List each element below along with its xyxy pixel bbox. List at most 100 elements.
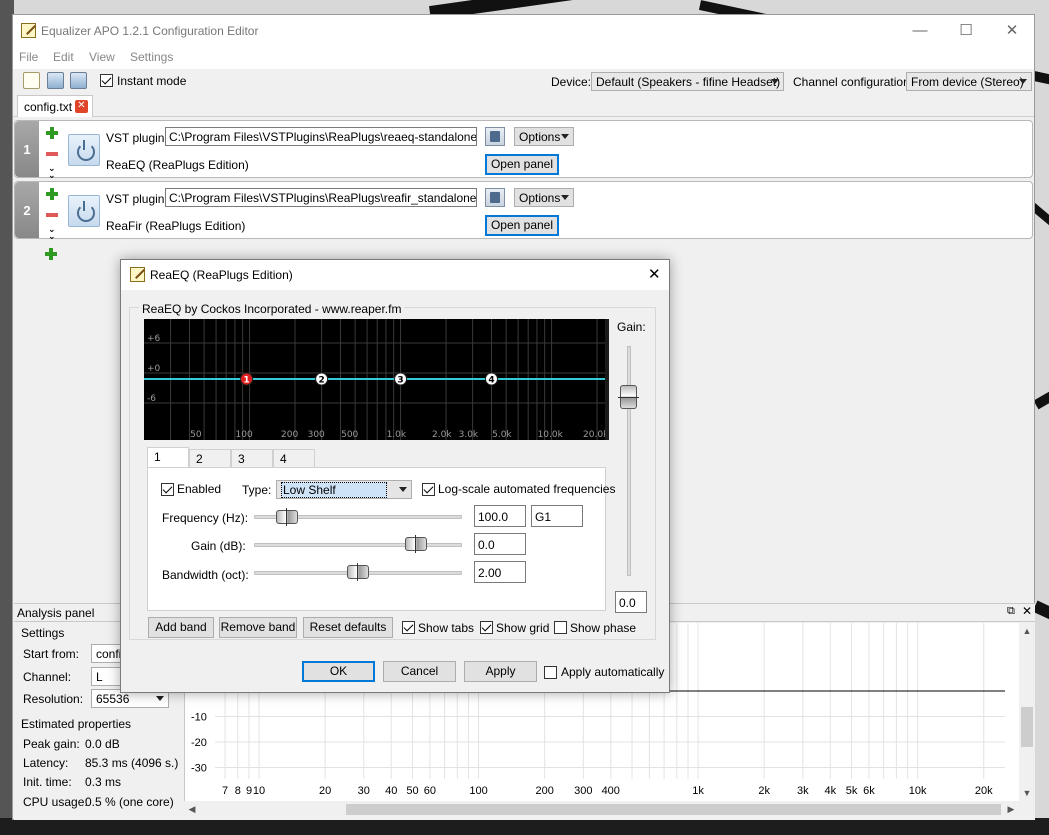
- filter-type-value: Low Shelf: [281, 482, 387, 498]
- cpu-usage-value: 0.5 % (one core): [85, 795, 174, 809]
- x-tick-label: 5k: [846, 785, 858, 797]
- ok-button[interactable]: OK: [302, 661, 375, 682]
- maximize-button[interactable]: ☐: [943, 15, 989, 47]
- undock-icon[interactable]: ⧉: [1007, 605, 1015, 618]
- power-icon[interactable]: [68, 195, 100, 227]
- open-panel-button[interactable]: Open panel: [485, 154, 559, 175]
- x-tick-label: 200: [535, 785, 553, 797]
- chevron-down-icon: [561, 195, 569, 200]
- filter-type-select[interactable]: Low Shelf: [276, 480, 412, 499]
- gain-slider-thumb[interactable]: [618, 385, 639, 409]
- options-dropdown[interactable]: Options: [514, 127, 574, 146]
- browse-file-icon[interactable]: [485, 127, 505, 146]
- file-tab-config[interactable]: config.txt ✕: [17, 95, 93, 117]
- graph-x-label: 2.0k: [432, 430, 452, 440]
- vst-plugin-label: VST plugin:: [106, 131, 168, 145]
- close-icon[interactable]: ✕: [1022, 604, 1032, 618]
- menu-edit[interactable]: Edit: [53, 50, 74, 64]
- options-label: Options: [519, 191, 561, 205]
- vertical-scrollbar[interactable]: ▲ ▼: [1019, 623, 1035, 801]
- peak-gain-label: Peak gain:: [23, 737, 80, 751]
- device-label: Device:: [551, 75, 592, 89]
- tab-band-1[interactable]: 1: [147, 447, 189, 468]
- horizontal-scroll-thumb[interactable]: [346, 804, 1001, 815]
- filter-row-2: 2 ⌄ ⌄ VST plugin: C:\Program Files\VSTPlu…: [14, 181, 1033, 241]
- graph-scroll-edge: [605, 319, 609, 440]
- device-select[interactable]: Default (Speakers - fifine Headset): [591, 72, 784, 91]
- vst-plugin-label: VST plugin:: [106, 192, 168, 206]
- chevron-down-icon: [1019, 79, 1027, 84]
- add-filter-icon[interactable]: [46, 188, 58, 200]
- vst-path-input[interactable]: C:\Program Files\VSTPlugins\ReaPlugs\rea…: [165, 127, 477, 146]
- remove-filter-icon[interactable]: [46, 152, 58, 156]
- gain-slider-track[interactable]: [627, 346, 631, 576]
- apply-button[interactable]: Apply: [464, 661, 537, 682]
- save-file-icon[interactable]: [70, 72, 87, 89]
- tab-band-2[interactable]: 2: [189, 449, 231, 468]
- open-file-icon[interactable]: [47, 72, 64, 89]
- menu-settings[interactable]: Settings: [130, 50, 173, 64]
- expand-chevron-icon[interactable]: ⌄ ⌄: [48, 225, 56, 241]
- expand-chevron-icon[interactable]: ⌄ ⌄: [48, 164, 56, 180]
- scroll-right-icon[interactable]: ▶: [1003, 801, 1019, 817]
- add-filter-icon[interactable]: [46, 127, 58, 139]
- graph-x-label: 300: [308, 430, 325, 440]
- bandwidth-input[interactable]: 2.00: [474, 561, 526, 583]
- power-icon[interactable]: [68, 134, 100, 166]
- log-scale-checkbox[interactable]: [422, 483, 435, 496]
- channel-config-select[interactable]: From device (Stereo): [906, 72, 1032, 91]
- band-settings-page: Enabled Type: Low Shelf Log-scale automa…: [147, 467, 615, 611]
- menu-file[interactable]: File: [19, 50, 38, 64]
- horizontal-scrollbar[interactable]: ◀ ▶: [184, 801, 1019, 818]
- options-dropdown[interactable]: Options: [514, 188, 574, 207]
- close-button[interactable]: ✕: [989, 15, 1035, 47]
- instant-mode-checkbox[interactable]: [100, 74, 113, 87]
- scroll-up-icon[interactable]: ▲: [1019, 623, 1035, 639]
- x-tick-label: 40: [385, 785, 397, 797]
- note-input[interactable]: G1: [531, 505, 583, 527]
- menu-view[interactable]: View: [89, 50, 115, 64]
- cancel-button[interactable]: Cancel: [383, 661, 456, 682]
- show-phase-checkbox[interactable]: [554, 621, 567, 634]
- remove-band-button[interactable]: Remove band: [219, 617, 297, 638]
- gain-db-slider-track[interactable]: [254, 543, 462, 547]
- gain-db-slider-thumb[interactable]: [405, 535, 427, 553]
- apply-automatically-checkbox[interactable]: [544, 666, 557, 679]
- reset-defaults-button[interactable]: Reset defaults: [303, 617, 393, 638]
- bandwidth-slider-thumb[interactable]: [347, 563, 369, 581]
- eq-graph[interactable]: +6 +0 -6 50 100 200 300 500 1.0k 2.0k 3.0k 5.0k 10.0…: [144, 319, 609, 440]
- x-tick-label: 20k: [975, 785, 993, 797]
- graph-x-label: 5.0k: [492, 430, 512, 440]
- band-point-label: 4: [488, 376, 494, 386]
- show-grid-checkbox[interactable]: [480, 621, 493, 634]
- latency-value: 85.3 ms (4096 s.): [85, 756, 179, 770]
- taskbar-strip: [0, 818, 1049, 835]
- add-filter-icon[interactable]: [45, 248, 57, 260]
- y-tick-label: -30: [191, 763, 207, 775]
- browse-file-icon[interactable]: [485, 188, 505, 207]
- tab-band-3[interactable]: 3: [231, 449, 273, 468]
- chevron-down-icon: [399, 487, 407, 492]
- remove-filter-icon[interactable]: [46, 213, 58, 217]
- frequency-input[interactable]: 100.0: [474, 505, 526, 527]
- open-panel-button[interactable]: Open panel: [485, 215, 559, 236]
- tab-band-4[interactable]: 4: [273, 449, 315, 468]
- resolution-value: 65536: [96, 692, 130, 706]
- vertical-scroll-thumb[interactable]: [1021, 707, 1033, 747]
- eq-curve-plot[interactable]: +6 +0 -6 50 100 200 300 500 1.0k 2.0k 3.0k 5.0k 10.0…: [144, 319, 609, 440]
- vst-path-input[interactable]: C:\Program Files\VSTPlugins\ReaPlugs\rea…: [165, 188, 477, 207]
- show-tabs-checkbox[interactable]: [402, 621, 415, 634]
- close-icon[interactable]: ✕: [75, 100, 88, 113]
- frequency-slider-thumb[interactable]: [276, 508, 298, 526]
- scroll-down-icon[interactable]: ▼: [1019, 785, 1035, 801]
- dialog-close-icon[interactable]: ✕: [648, 265, 661, 283]
- x-tick-label: 1k: [692, 785, 704, 797]
- minimize-button[interactable]: —: [897, 15, 943, 47]
- gain-db-input[interactable]: 0.0: [474, 533, 526, 555]
- new-file-icon[interactable]: [23, 72, 40, 89]
- gain-label: Gain:: [617, 320, 646, 334]
- add-band-button[interactable]: Add band: [148, 617, 214, 638]
- scroll-left-icon[interactable]: ◀: [184, 801, 200, 817]
- enabled-checkbox[interactable]: [161, 483, 174, 496]
- gain-value-field[interactable]: 0.0: [615, 591, 647, 613]
